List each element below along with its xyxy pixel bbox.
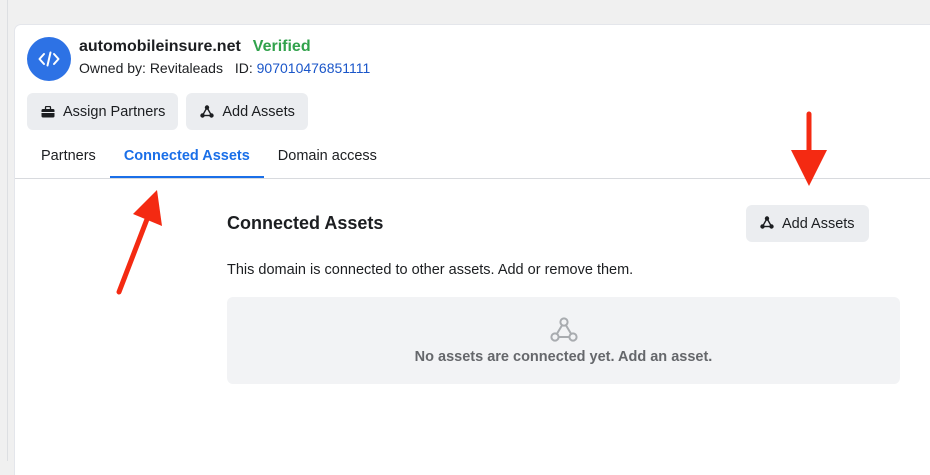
tab-connected-assets[interactable]: Connected Assets [109, 143, 264, 179]
empty-state-message: No assets are connected yet. Add an asse… [414, 348, 713, 365]
tab-bar: Partners Connected Assets Domain access [27, 143, 391, 179]
section-add-assets-label: Add Assets [782, 215, 855, 232]
id-value[interactable]: 907010476851111 [257, 60, 371, 76]
briefcase-icon [40, 104, 55, 119]
tab-partners[interactable]: Partners [27, 143, 110, 179]
asset-network-icon [549, 316, 578, 345]
action-buttons: Assign Partners Add Assets [27, 93, 308, 130]
id-label: ID: [234, 60, 253, 76]
asset-network-icon [199, 104, 214, 119]
verified-badge: Verified [252, 38, 311, 55]
add-assets-button[interactable]: Add Assets [186, 93, 308, 130]
domain-details-panel: automobileinsure.net Verified Owned by: … [15, 25, 930, 475]
assign-partners-button[interactable]: Assign Partners [27, 93, 179, 130]
section-add-assets-button[interactable]: Add Assets [746, 205, 869, 242]
code-icon [27, 37, 71, 81]
add-assets-label: Add Assets [222, 103, 295, 120]
left-sidebar-edge [0, 0, 8, 461]
domain-name: automobileinsure.net [79, 38, 241, 55]
tab-domain-access[interactable]: Domain access [264, 143, 391, 179]
owner-row: Owned by: Revitaleads ID: 90701047685111… [79, 60, 370, 76]
domain-header: automobileinsure.net Verified Owned by: … [27, 37, 370, 81]
section-description: This domain is connected to other assets… [227, 262, 634, 278]
assign-partners-label: Assign Partners [63, 103, 166, 120]
domain-title-row: automobileinsure.net Verified [79, 38, 370, 56]
owner-text: Owned by: Revitaleads [79, 60, 223, 76]
asset-network-icon [760, 216, 775, 231]
empty-state: No assets are connected yet. Add an asse… [227, 297, 900, 384]
domain-info: automobileinsure.net Verified Owned by: … [79, 38, 370, 76]
tab-divider [15, 178, 930, 179]
section-title: Connected Assets [227, 213, 384, 233]
